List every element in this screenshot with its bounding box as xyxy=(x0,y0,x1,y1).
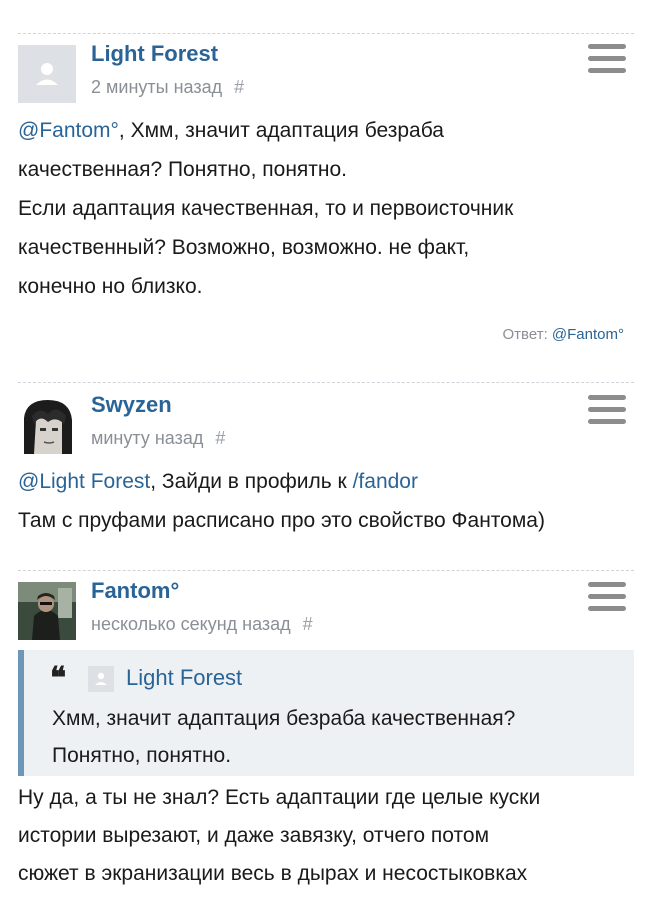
comment-divider xyxy=(18,382,634,383)
comment-text-line: Если адаптация качественная, то и первои… xyxy=(18,197,514,220)
anime-avatar xyxy=(18,396,76,454)
comment-text-line: Там с пруфами расписано про это свойство… xyxy=(18,509,545,532)
quote-author[interactable]: Light Forest xyxy=(126,665,242,691)
comment-text-line: качественная? Понятно, понятно. xyxy=(18,158,348,181)
comment-text-line: @Light Forest, Зайди в профиль к /fandor xyxy=(18,470,418,493)
comment-text-line: истории вырезают, и даже завязку, отчего… xyxy=(18,824,490,847)
quote-mark-icon: ❝ xyxy=(50,661,67,696)
quote-text-line: Хмм, значит адаптация безраба качественн… xyxy=(52,707,516,730)
reply-mention-link[interactable]: @Fantom° xyxy=(552,326,624,343)
permalink-hash[interactable]: # xyxy=(303,614,313,634)
comment-feed: Light Forest 2 минуты назад # @Fantom°, Х… xyxy=(0,0,654,907)
profile-link[interactable]: /fandor xyxy=(353,470,418,493)
comment-author[interactable]: Swyzen xyxy=(91,392,172,418)
comment-text-line: сюжет в экранизации весь в дырах и несос… xyxy=(18,862,528,885)
quote-avatar[interactable] xyxy=(88,666,114,692)
avatar[interactable] xyxy=(18,396,76,454)
comment-time: минуту назад xyxy=(91,428,204,448)
comment-time: 2 минуты назад xyxy=(91,77,223,97)
comment-text-line: Ну да, а ты не знал? Есть адаптации где … xyxy=(18,786,541,809)
permalink-hash[interactable]: # xyxy=(234,77,244,97)
comment-meta: минуту назад # xyxy=(91,428,225,449)
avatar[interactable] xyxy=(18,45,76,103)
permalink-hash[interactable]: # xyxy=(215,428,225,448)
comment-author[interactable]: Fantom° xyxy=(91,578,179,604)
comment-menu-button[interactable] xyxy=(588,44,626,76)
mention-link[interactable]: @Fantom° xyxy=(18,119,119,142)
comment-text-line: @Fantom°, Хмм, значит адаптация безраба xyxy=(18,119,444,142)
comment-menu-button[interactable] xyxy=(588,582,626,614)
avatar[interactable] xyxy=(18,582,76,640)
default-user-icon xyxy=(18,45,76,103)
comment-time: несколько секунд назад xyxy=(91,614,291,634)
comment-divider xyxy=(18,570,634,571)
reply-label: Ответ: xyxy=(502,326,548,343)
photo-avatar xyxy=(18,582,76,640)
mention-link[interactable]: @Light Forest xyxy=(18,470,150,493)
comment-divider xyxy=(18,33,634,34)
comment-text-line: качественный? Возможно, возможно. не фак… xyxy=(18,236,470,259)
quote-block: ❝ Light Forest Хмм, значит адаптация без… xyxy=(18,650,634,776)
reply-to: Ответ: @Fantom° xyxy=(503,326,624,343)
comment-meta: несколько секунд назад # xyxy=(91,614,313,635)
comment-meta: 2 минуты назад # xyxy=(91,77,244,98)
comment-menu-button[interactable] xyxy=(588,395,626,427)
comment-author[interactable]: Light Forest xyxy=(91,41,218,67)
comment-text-line: конечно но близко. xyxy=(18,275,203,298)
quote-text-line: Понятно, понятно. xyxy=(52,744,232,767)
